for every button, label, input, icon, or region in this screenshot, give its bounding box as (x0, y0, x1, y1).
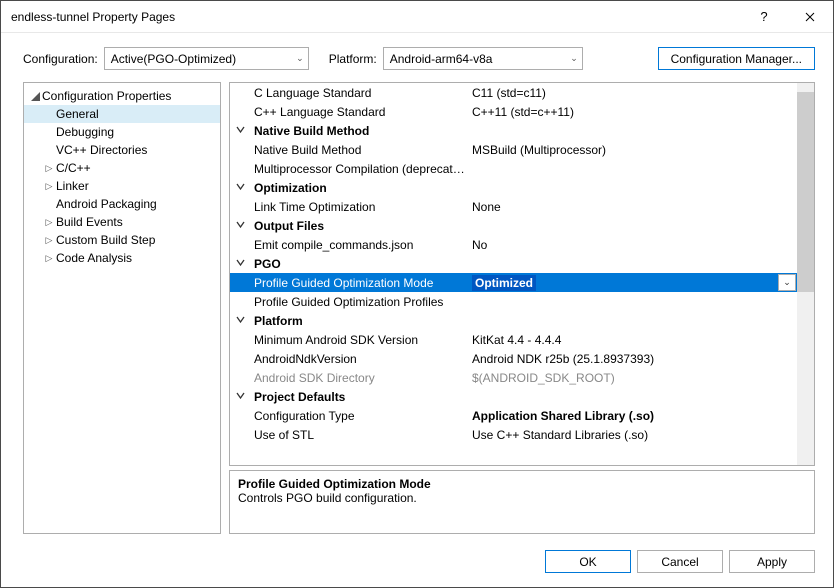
tree-item-build-events[interactable]: ▷Build Events (24, 213, 220, 231)
chevron-down-icon: ⌄ (570, 53, 578, 64)
property-pages-dialog: endless-tunnel Property Pages ? Configur… (0, 0, 834, 588)
expand-icon: ▷ (42, 235, 56, 246)
property-tree[interactable]: Configuration Properties GeneralDebuggin… (23, 82, 221, 534)
tree-item-android-packaging[interactable]: Android Packaging (24, 195, 220, 213)
property-row[interactable]: Output Files (230, 216, 797, 235)
property-row[interactable]: AndroidNdkVersionAndroid NDK r25b (25.1.… (230, 349, 797, 368)
dialog-footer: OK Cancel Apply (1, 542, 833, 587)
expand-icon: ▷ (42, 217, 56, 228)
expand-open-icon (28, 89, 42, 103)
close-button[interactable] (787, 2, 833, 32)
apply-button[interactable]: Apply (729, 550, 815, 573)
tree-item-linker[interactable]: ▷Linker (24, 177, 220, 195)
scroll-thumb[interactable] (797, 92, 814, 292)
help-button[interactable]: ? (741, 2, 787, 32)
config-toolbar: Configuration: Active(PGO-Optimized) ⌄ P… (1, 33, 833, 82)
dialog-body: Configuration Properties GeneralDebuggin… (1, 82, 833, 542)
expand-icon: ▷ (42, 253, 56, 264)
tree-item-code-analysis[interactable]: ▷Code Analysis (24, 249, 220, 267)
property-row[interactable]: Native Build Method (230, 121, 797, 140)
chevron-down-icon (236, 391, 245, 400)
tree-root[interactable]: Configuration Properties (24, 87, 220, 105)
property-row[interactable]: Configuration TypeApplication Shared Lib… (230, 406, 797, 425)
property-row[interactable]: C Language StandardC11 (std=c11) (230, 83, 797, 102)
chevron-down-icon (236, 220, 245, 229)
property-right-pane: C Language StandardC11 (std=c11)C++ Lang… (229, 82, 815, 534)
platform-combo[interactable]: Android-arm64-v8a ⌄ (383, 47, 583, 70)
tree-item-c-c-[interactable]: ▷C/C++ (24, 159, 220, 177)
property-row[interactable]: Android SDK Directory$(ANDROID_SDK_ROOT) (230, 368, 797, 387)
tree-item-vc-directories[interactable]: VC++ Directories (24, 141, 220, 159)
vertical-scrollbar[interactable] (797, 83, 814, 465)
property-row[interactable]: Project Defaults (230, 387, 797, 406)
property-row[interactable]: Profile Guided Optimization ModeOptimize… (230, 273, 797, 292)
ok-button[interactable]: OK (545, 550, 631, 573)
chevron-down-icon (236, 258, 245, 267)
property-row[interactable]: PGO (230, 254, 797, 273)
property-row[interactable]: Profile Guided Optimization Profiles (230, 292, 797, 311)
chevron-down-icon (236, 125, 245, 134)
property-row[interactable]: Link Time OptimizationNone (230, 197, 797, 216)
configuration-manager-button[interactable]: Configuration Manager... (658, 47, 815, 70)
configuration-combo[interactable]: Active(PGO-Optimized) ⌄ (104, 47, 309, 70)
property-row[interactable]: Multiprocessor Compilation (deprecated) (230, 159, 797, 178)
tree-item-custom-build-step[interactable]: ▷Custom Build Step (24, 231, 220, 249)
window-title: endless-tunnel Property Pages (11, 10, 741, 24)
tree-item-general[interactable]: General (24, 105, 220, 123)
description-text: Controls PGO build configuration. (238, 491, 806, 505)
chevron-down-icon: ⌄ (296, 53, 304, 64)
expand-icon: ▷ (42, 163, 56, 174)
configuration-label: Configuration: (23, 52, 98, 66)
property-row[interactable]: Platform (230, 311, 797, 330)
expand-icon: ▷ (42, 181, 56, 192)
tree-item-debugging[interactable]: Debugging (24, 123, 220, 141)
close-icon (805, 12, 815, 22)
property-row[interactable]: C++ Language StandardC++11 (std=c++11) (230, 102, 797, 121)
property-description: Profile Guided Optimization Mode Control… (229, 470, 815, 534)
property-row[interactable]: Minimum Android SDK VersionKitKat 4.4 - … (230, 330, 797, 349)
cancel-button[interactable]: Cancel (637, 550, 723, 573)
configuration-value: Active(PGO-Optimized) (111, 52, 296, 66)
platform-label: Platform: (329, 52, 377, 66)
property-row[interactable]: Use of STLUse C++ Standard Libraries (.s… (230, 425, 797, 444)
chevron-down-icon (236, 182, 245, 191)
property-row[interactable]: Native Build MethodMSBuild (Multiprocess… (230, 140, 797, 159)
property-row[interactable]: Optimization (230, 178, 797, 197)
dropdown-arrow[interactable]: ⌄ (778, 274, 796, 291)
platform-value: Android-arm64-v8a (390, 52, 570, 66)
description-title: Profile Guided Optimization Mode (238, 477, 806, 491)
property-grid[interactable]: C Language StandardC11 (std=c11)C++ Lang… (229, 82, 815, 466)
titlebar: endless-tunnel Property Pages ? (1, 1, 833, 33)
chevron-down-icon (236, 315, 245, 324)
property-row[interactable]: Emit compile_commands.jsonNo (230, 235, 797, 254)
